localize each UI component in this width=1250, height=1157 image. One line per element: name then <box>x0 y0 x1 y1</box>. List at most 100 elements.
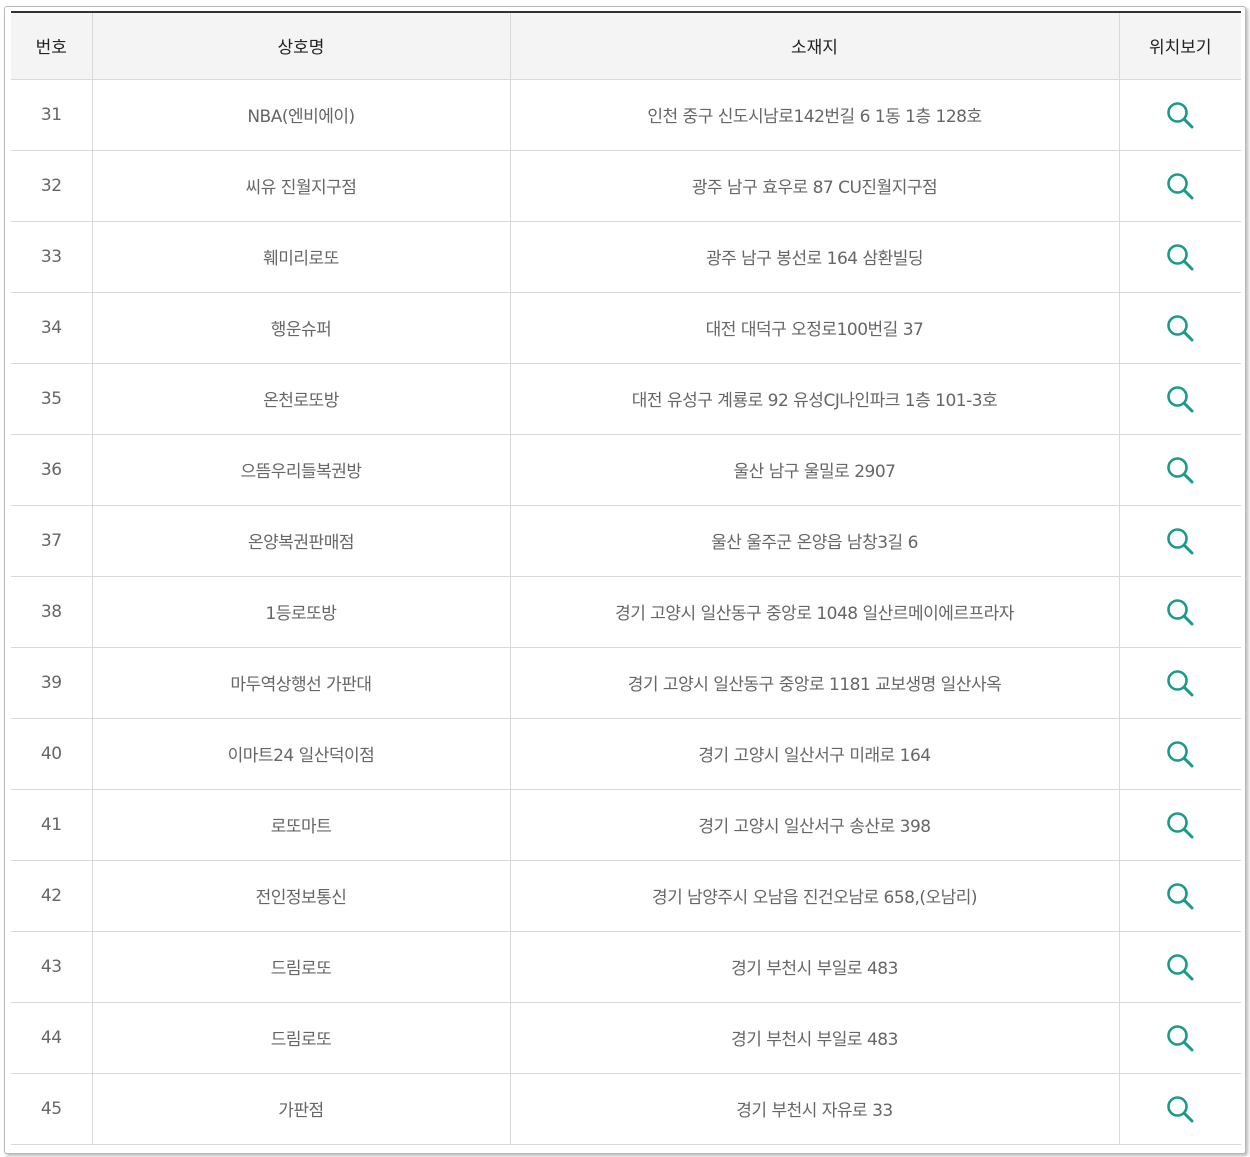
view-location-button[interactable] <box>1165 455 1195 485</box>
table-header-row: 번호 상호명 소재지 위치보기 <box>11 11 1241 80</box>
cell-map <box>1118 788 1241 861</box>
search-icon <box>1167 598 1194 625</box>
search-icon <box>1167 385 1194 412</box>
cell-map <box>1118 504 1241 577</box>
cell-store-name: 마두역상행선 가판대 <box>91 646 511 719</box>
cell-number: 42 <box>11 859 93 932</box>
cell-number: 41 <box>11 788 93 861</box>
search-icon <box>1167 101 1194 128</box>
cell-map <box>1118 930 1241 1003</box>
table-row: 34 행운슈퍼 대전 대덕구 오정로100번길 37 <box>11 291 1241 364</box>
cell-address: 경기 부천시 부일로 483 <box>509 1001 1120 1074</box>
search-icon <box>1167 456 1194 483</box>
cell-number: 32 <box>11 149 93 222</box>
search-icon <box>1167 1095 1194 1122</box>
cell-number: 43 <box>11 930 93 1003</box>
cell-address: 경기 고양시 일산서구 송산로 398 <box>509 788 1120 861</box>
cell-address: 인천 중구 신도시남로142번길 6 1동 1층 128호 <box>509 78 1120 151</box>
cell-map <box>1118 433 1241 506</box>
cell-number: 44 <box>11 1001 93 1074</box>
cell-address: 광주 남구 봉선로 164 삼환빌딩 <box>509 220 1120 293</box>
search-icon <box>1167 527 1194 554</box>
cell-address: 광주 남구 효우로 87 CU진월지구점 <box>509 149 1120 222</box>
view-location-button[interactable] <box>1165 952 1195 982</box>
cell-number: 37 <box>11 504 93 577</box>
cell-number: 38 <box>11 575 93 648</box>
cell-store-name: 온양복권판매점 <box>91 504 511 577</box>
cell-address: 경기 고양시 일산동구 중앙로 1181 교보생명 일산사옥 <box>509 646 1120 719</box>
search-icon <box>1167 882 1194 909</box>
table-row: 38 1등로또방 경기 고양시 일산동구 중앙로 1048 일산르메이에르프라자 <box>11 575 1241 648</box>
cell-address: 경기 남양주시 오남읍 진건오남로 658,(오남리) <box>509 859 1120 932</box>
cell-map <box>1118 1001 1241 1074</box>
cell-address: 경기 부천시 자유로 33 <box>509 1072 1120 1145</box>
view-location-button[interactable] <box>1165 384 1195 414</box>
view-location-button[interactable] <box>1165 242 1195 272</box>
cell-address: 경기 고양시 일산서구 미래로 164 <box>509 717 1120 790</box>
view-location-button[interactable] <box>1165 597 1195 627</box>
cell-store-name: 이마트24 일산덕이점 <box>91 717 511 790</box>
cell-map <box>1118 149 1241 222</box>
cell-store-name: 씨유 진월지구점 <box>91 149 511 222</box>
view-location-button[interactable] <box>1165 810 1195 840</box>
cell-map <box>1118 291 1241 364</box>
cell-number: 34 <box>11 291 93 364</box>
cell-address: 대전 대덕구 오정로100번길 37 <box>509 291 1120 364</box>
cell-address: 경기 고양시 일산동구 중앙로 1048 일산르메이에르프라자 <box>509 575 1120 648</box>
cell-store-name: 드림로또 <box>91 930 511 1003</box>
table-row: 44 드림로또 경기 부천시 부일로 483 <box>11 1001 1241 1074</box>
cell-store-name: 가판점 <box>91 1072 511 1145</box>
table-row: 40 이마트24 일산덕이점 경기 고양시 일산서구 미래로 164 <box>11 717 1241 790</box>
header-address: 소재지 <box>509 11 1120 80</box>
cell-store-name: 행운슈퍼 <box>91 291 511 364</box>
cell-number: 35 <box>11 362 93 435</box>
view-location-button[interactable] <box>1165 739 1195 769</box>
cell-number: 36 <box>11 433 93 506</box>
search-icon <box>1167 314 1194 341</box>
view-location-button[interactable] <box>1165 526 1195 556</box>
cell-store-name: 로또마트 <box>91 788 511 861</box>
cell-map <box>1118 859 1241 932</box>
cell-address: 대전 유성구 계룡로 92 유성CJ나인파크 1층 101-3호 <box>509 362 1120 435</box>
table-row: 39 마두역상행선 가판대 경기 고양시 일산동구 중앙로 1181 교보생명 일산… <box>11 646 1241 719</box>
cell-map <box>1118 1072 1241 1145</box>
search-icon <box>1167 1024 1194 1051</box>
cell-address: 울산 남구 울밀로 2907 <box>509 433 1120 506</box>
cell-store-name: 으뜸우리들복권방 <box>91 433 511 506</box>
cell-number: 31 <box>11 78 93 151</box>
search-icon <box>1167 243 1194 270</box>
header-name: 상호명 <box>91 11 511 80</box>
header-number: 번호 <box>11 11 93 80</box>
table-row: 45 가판점 경기 부천시 자유로 33 <box>11 1072 1241 1145</box>
cell-store-name: 전인정보통신 <box>91 859 511 932</box>
view-location-button[interactable] <box>1165 313 1195 343</box>
view-location-button[interactable] <box>1165 100 1195 130</box>
search-icon <box>1167 740 1194 767</box>
cell-address: 경기 부천시 부일로 483 <box>509 930 1120 1003</box>
cell-map <box>1118 717 1241 790</box>
view-location-button[interactable] <box>1165 668 1195 698</box>
cell-store-name: 드림로또 <box>91 1001 511 1074</box>
view-location-button[interactable] <box>1165 1023 1195 1053</box>
header-map: 위치보기 <box>1118 11 1241 80</box>
cell-map <box>1118 220 1241 293</box>
table-row: 33 훼미리로또 광주 남구 봉선로 164 삼환빌딩 <box>11 220 1241 293</box>
cell-number: 45 <box>11 1072 93 1145</box>
table-row: 41 로또마트 경기 고양시 일산서구 송산로 398 <box>11 788 1241 861</box>
view-location-button[interactable] <box>1165 1094 1195 1124</box>
cell-map <box>1118 78 1241 151</box>
search-icon <box>1167 953 1194 980</box>
cell-map <box>1118 362 1241 435</box>
cell-store-name: 훼미리로또 <box>91 220 511 293</box>
search-icon <box>1167 172 1194 199</box>
table-row: 32 씨유 진월지구점 광주 남구 효우로 87 CU진월지구점 <box>11 149 1241 222</box>
view-location-button[interactable] <box>1165 881 1195 911</box>
cell-map <box>1118 575 1241 648</box>
cell-store-name: 1등로또방 <box>91 575 511 648</box>
table-row: 35 온천로또방 대전 유성구 계룡로 92 유성CJ나인파크 1층 101-3호 <box>11 362 1241 435</box>
search-icon <box>1167 811 1194 838</box>
table-row: 37 온양복권판매점 울산 울주군 온양읍 남창3길 6 <box>11 504 1241 577</box>
cell-store-name: 온천로또방 <box>91 362 511 435</box>
cell-map <box>1118 646 1241 719</box>
view-location-button[interactable] <box>1165 171 1195 201</box>
